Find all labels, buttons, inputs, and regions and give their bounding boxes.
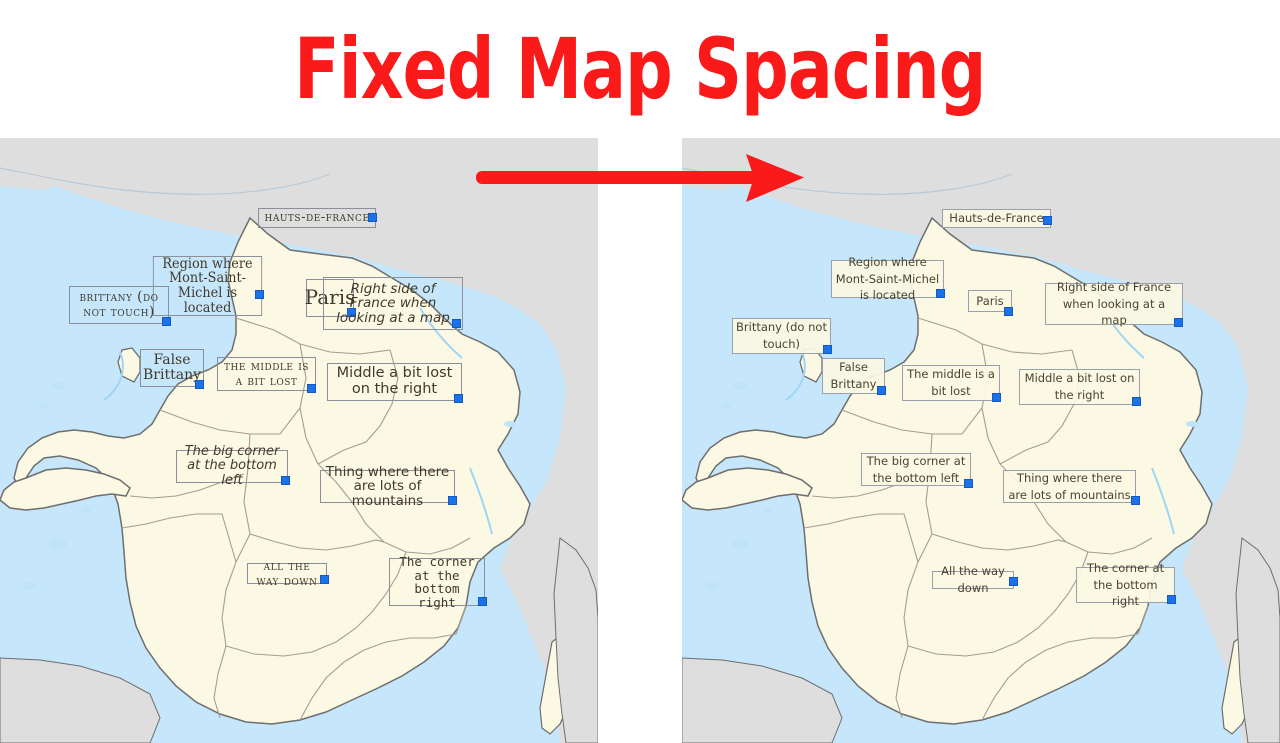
map-label: Region where Mont-Saint-Michel is locate… (152, 256, 263, 316)
map-label-anchor (1131, 496, 1140, 505)
map-label-anchor (992, 393, 1001, 402)
map-label: Region where Mont-Saint-Michel is locate… (831, 255, 944, 302)
map-label-anchor (281, 476, 290, 485)
map-label-anchor (307, 384, 316, 393)
map-label-anchor (478, 597, 487, 606)
map-label: Brittany (do not touch) (732, 318, 831, 354)
poster-root: Fixed Map Spacing hauts-de-france Region… (0, 0, 1280, 743)
map-label: Thing where there are lots of mountains (1003, 470, 1136, 503)
map-label: False Brittany (822, 358, 885, 394)
map-label-anchor (877, 386, 886, 395)
map-label-anchor (255, 290, 264, 299)
map-label: All the way down (247, 559, 327, 588)
map-label-anchor (448, 496, 457, 505)
title-bar: Fixed Map Spacing (0, 0, 1280, 138)
map-graphic-before (0, 138, 598, 743)
map-label-anchor (1167, 595, 1176, 604)
map-label: Thing where there are lots of mountains (320, 464, 455, 508)
map-label-anchor (162, 317, 171, 326)
map-label-anchor (368, 213, 377, 222)
map-label: The corner at the bottom right (389, 555, 485, 609)
page-title: Fixed Map Spacing (294, 20, 986, 118)
map-label-anchor (1174, 318, 1183, 327)
map-label-anchor (936, 289, 945, 298)
map-label: All the way down (932, 564, 1014, 595)
map-label: The big corner at the bottom left (861, 453, 971, 486)
map-gap (598, 138, 682, 743)
map-label: Right side of France when looking at a m… (1045, 280, 1183, 327)
map-label: The middle is a bit lost (902, 365, 1000, 401)
map-label-anchor (1132, 397, 1141, 406)
map-label-anchor (452, 319, 461, 328)
map-label-anchor (1043, 216, 1052, 225)
map-label-anchor (454, 394, 463, 403)
map-label-anchor (320, 575, 329, 584)
map-label: The corner at the bottom right (1076, 561, 1175, 608)
map-label-anchor (1009, 577, 1018, 586)
map-label-anchor (964, 479, 973, 488)
map-label-anchor (195, 380, 204, 389)
map-label: Hauts-de-France (942, 209, 1051, 228)
map-label: Hauts-de-France (258, 208, 376, 228)
map-label-anchor (1004, 307, 1013, 316)
map-before: Hauts-de-France Region where Mont-Saint-M… (0, 138, 598, 743)
map-graphic-after (682, 138, 1280, 743)
map-label: The big corner at the bottom left (176, 445, 288, 487)
map-label: The middle is a bit lost (217, 357, 316, 391)
map-label: Brittany (do not touch) (69, 286, 169, 324)
map-after: Hauts-de-France Region where Mont-Saint-M… (682, 138, 1280, 743)
map-label-anchor (823, 345, 832, 354)
map-label: Right side of France when looking at a m… (323, 277, 463, 330)
map-label: Middle a bit lost on the right (1019, 369, 1140, 405)
map-label: Middle a bit lost on the right (327, 363, 462, 401)
